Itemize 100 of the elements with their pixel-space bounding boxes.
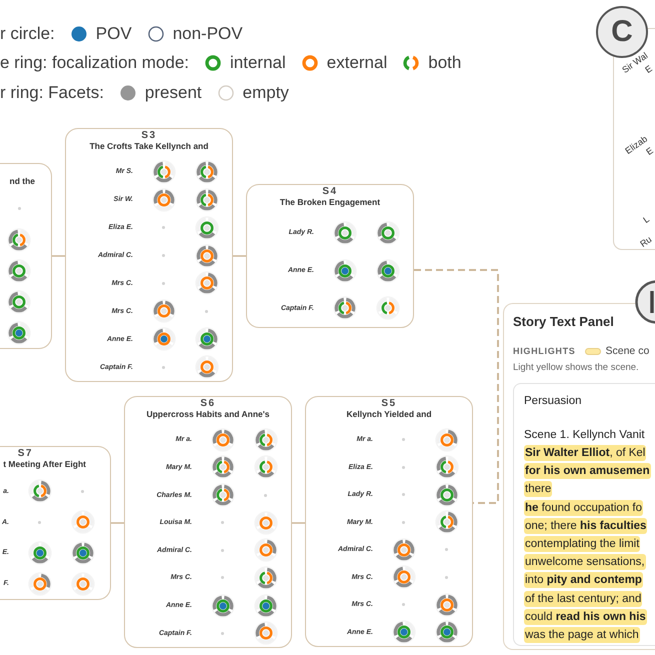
scene-number: S7 [18, 448, 33, 459]
empty-slot-dot-icon [162, 366, 165, 369]
legend-title: e ring: focalization mode: [0, 53, 189, 74]
focalization-glyph-icon [392, 621, 414, 644]
document-title: Persuasion [524, 394, 582, 409]
focalization-glyph-icon [436, 594, 458, 616]
focalization-glyph-icon [254, 428, 276, 451]
empty-slot-dot-icon [445, 576, 448, 579]
empty-slot-dot-icon [402, 603, 405, 606]
hollow-circle-icon [148, 26, 164, 42]
scene-title: The Broken Engagement [280, 197, 380, 208]
axis-label: E [644, 145, 655, 157]
legend-label: present [144, 82, 202, 103]
focalization-glyph-icon [436, 428, 458, 451]
highlight-legend-text: Scene co [606, 345, 650, 357]
focalization-glyph-icon [392, 538, 414, 561]
empty-slot-dot-icon [162, 226, 165, 230]
scene-title: Kellynch Yielded and [346, 409, 432, 420]
focalization-glyph-icon [196, 188, 218, 211]
empty-slot-dot-icon [221, 548, 224, 552]
legend-label: non-POV [172, 24, 243, 44]
focalization-glyph-icon [28, 572, 50, 595]
empty-slot-dot-icon [402, 466, 405, 469]
focalization-glyph-icon [376, 260, 398, 282]
scene-number: S6 [200, 398, 216, 409]
empty-slot-dot-icon [18, 207, 20, 210]
focalization-glyph-icon [152, 328, 174, 350]
focalization-glyph-icon [8, 322, 30, 344]
empty-slot-dot-icon [402, 438, 405, 442]
empty-slot-dot-icon [38, 520, 41, 524]
focalization-glyph-icon [376, 297, 398, 320]
focalization-glyph-icon [28, 542, 50, 564]
focalization-glyph-icon [212, 594, 234, 617]
empty-slot-dot-icon [402, 520, 405, 524]
highlight-swatch-icon [584, 348, 600, 354]
legend-label: external [326, 53, 388, 74]
empty-slot-dot-icon [264, 494, 267, 497]
focalization-glyph-icon [254, 594, 276, 617]
panel-note: Light yellow shows the scene. [513, 362, 640, 373]
highlights-label: HIGHLIGHTS [513, 346, 576, 356]
focalization-glyph-icon [8, 228, 30, 250]
axis-label: Ru [638, 234, 654, 249]
focalization-glyph-icon [436, 621, 458, 644]
filled-circle-icon [70, 26, 87, 42]
focalization-glyph-icon [254, 456, 276, 478]
focalization-glyph-icon [254, 566, 276, 589]
focalization-glyph-icon [72, 542, 94, 564]
scene-title: The Crofts Take Kellynch and [90, 141, 208, 152]
focalization-glyph-icon [212, 484, 234, 506]
focalization-glyph-icon [334, 297, 356, 320]
focalization-glyph-icon [196, 160, 218, 183]
focalization-glyph-icon [196, 328, 218, 350]
focalization-glyph-icon [152, 188, 174, 211]
ring-icon [205, 55, 221, 72]
focalization-glyph-icon [196, 272, 218, 294]
scene-title: Uppercross Habits and Anne's [146, 409, 270, 420]
legend-label: POV [96, 24, 132, 44]
scene-number: S4 [322, 186, 338, 197]
focalization-glyph-icon [436, 484, 458, 506]
legend-title: r circle: [0, 24, 55, 44]
panel-badge-icon [634, 280, 655, 324]
focalization-glyph-icon [334, 260, 356, 282]
focalization-glyph-icon [436, 456, 458, 478]
focalization-glyph-icon [196, 356, 218, 378]
focalization-glyph-icon [72, 572, 94, 595]
empty-slot-dot-icon [221, 632, 224, 635]
focalization-glyph-icon [392, 566, 414, 588]
axis-label: E [643, 63, 654, 75]
focalization-glyph-icon [152, 160, 174, 183]
empty-slot-dot-icon [81, 490, 84, 493]
legend-label: internal [230, 53, 286, 74]
empty-slot-dot-icon [221, 576, 224, 580]
scene-title: t Meeting After Eight [3, 459, 86, 470]
connector-line [292, 522, 305, 524]
focalization-glyph-icon [8, 290, 30, 312]
split-ring-icon [403, 55, 420, 72]
empty-slot-dot-icon [162, 282, 165, 285]
legend-title: r ring: Facets: [0, 82, 104, 103]
empty-slot-dot-icon [221, 521, 224, 524]
focalization-glyph-icon [212, 428, 234, 451]
focalization-glyph-icon [196, 216, 218, 239]
ring-icon [302, 55, 318, 72]
connector-line [52, 255, 65, 257]
panel-title: Story Text Panel [513, 313, 615, 330]
legend-label: both [428, 53, 462, 74]
scene-number: S3 [141, 130, 157, 141]
focalization-glyph-icon [436, 511, 458, 534]
focalization-glyph-icon [72, 511, 94, 534]
focalization-glyph-icon [254, 539, 276, 562]
legend-label: empty [242, 82, 289, 103]
scene-number: S5 [381, 398, 397, 409]
focalization-glyph-icon [152, 300, 174, 322]
empty-slot-dot-icon [402, 493, 405, 496]
focalization-glyph-icon [8, 260, 30, 282]
empty-slot-dot-icon [162, 254, 165, 258]
focalization-glyph-icon [334, 222, 356, 244]
focalization-glyph-icon [28, 480, 50, 502]
focalization-glyph-icon [196, 244, 218, 267]
empty-slot-dot-icon [445, 548, 448, 552]
empty-slot-dot-icon [205, 310, 208, 313]
